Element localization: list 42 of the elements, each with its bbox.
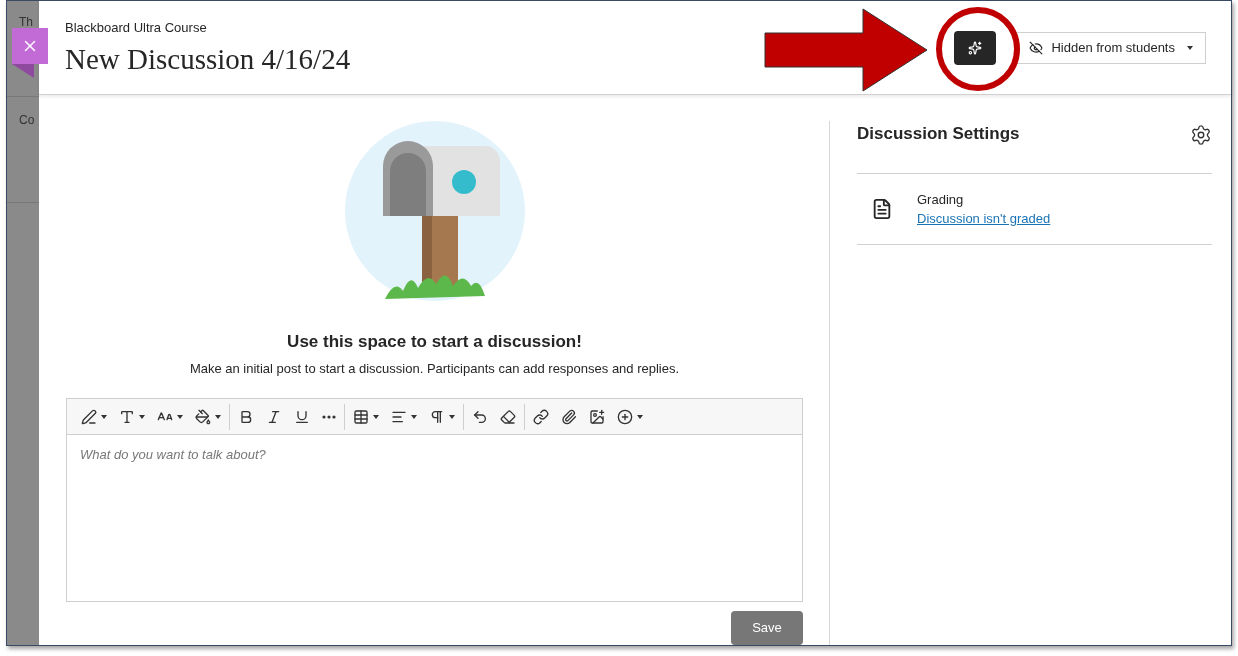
- caret-icon: [411, 414, 417, 419]
- caret-icon: [637, 414, 643, 419]
- save-button[interactable]: Save: [731, 611, 803, 645]
- italic-icon: [266, 408, 282, 425]
- text-style-icon: [119, 408, 135, 425]
- caret-icon: [373, 414, 379, 419]
- link-icon: [533, 408, 549, 425]
- more-icon: [322, 414, 336, 419]
- course-name: Blackboard Ultra Course: [65, 18, 208, 37]
- image-icon: [589, 408, 605, 425]
- background-text: Co: [19, 113, 35, 127]
- pen-icon: [81, 408, 97, 425]
- caret-icon: [101, 414, 107, 419]
- page-title: New Discussion 4/16/24: [65, 42, 352, 78]
- caret-icon: [139, 414, 145, 419]
- grading-icon: [871, 198, 893, 220]
- setting-link[interactable]: Discussion isn't graded: [917, 209, 1051, 229]
- bold-icon: [238, 408, 254, 425]
- underline-icon: [294, 408, 310, 425]
- caret-icon: [215, 414, 221, 419]
- caret-icon: [1187, 45, 1193, 50]
- plus-icon: [617, 408, 633, 425]
- eraser-icon: [500, 408, 516, 425]
- eye-off-icon: [1029, 40, 1044, 55]
- fold-drawing: [12, 64, 34, 78]
- caret-icon: [177, 414, 183, 419]
- table-icon: [353, 408, 369, 425]
- paragraph-icon: [429, 408, 445, 425]
- paint-bucket-icon: [195, 408, 211, 425]
- empty-state-heading: Use this space to start a discussion!: [287, 331, 582, 353]
- settings-title: Discussion Settings: [857, 123, 1020, 145]
- ai-assist-button[interactable]: [954, 30, 997, 65]
- setting-label: Grading: [917, 190, 965, 209]
- undo-icon: [472, 408, 488, 425]
- visibility-dropdown[interactable]: Hidden from students: [1016, 31, 1206, 64]
- post-input-field[interactable]: What do you want to talk about?: [66, 435, 803, 602]
- background-text: Th: [19, 15, 33, 29]
- settings-icon[interactable]: [1190, 124, 1212, 146]
- paperclip-icon: [561, 408, 577, 425]
- empty-state-text: Make an initial post to start a discussion. Participants can add responses and replies.: [189, 359, 680, 378]
- sparkle-icon: [968, 40, 983, 55]
- caret-icon: [449, 414, 455, 419]
